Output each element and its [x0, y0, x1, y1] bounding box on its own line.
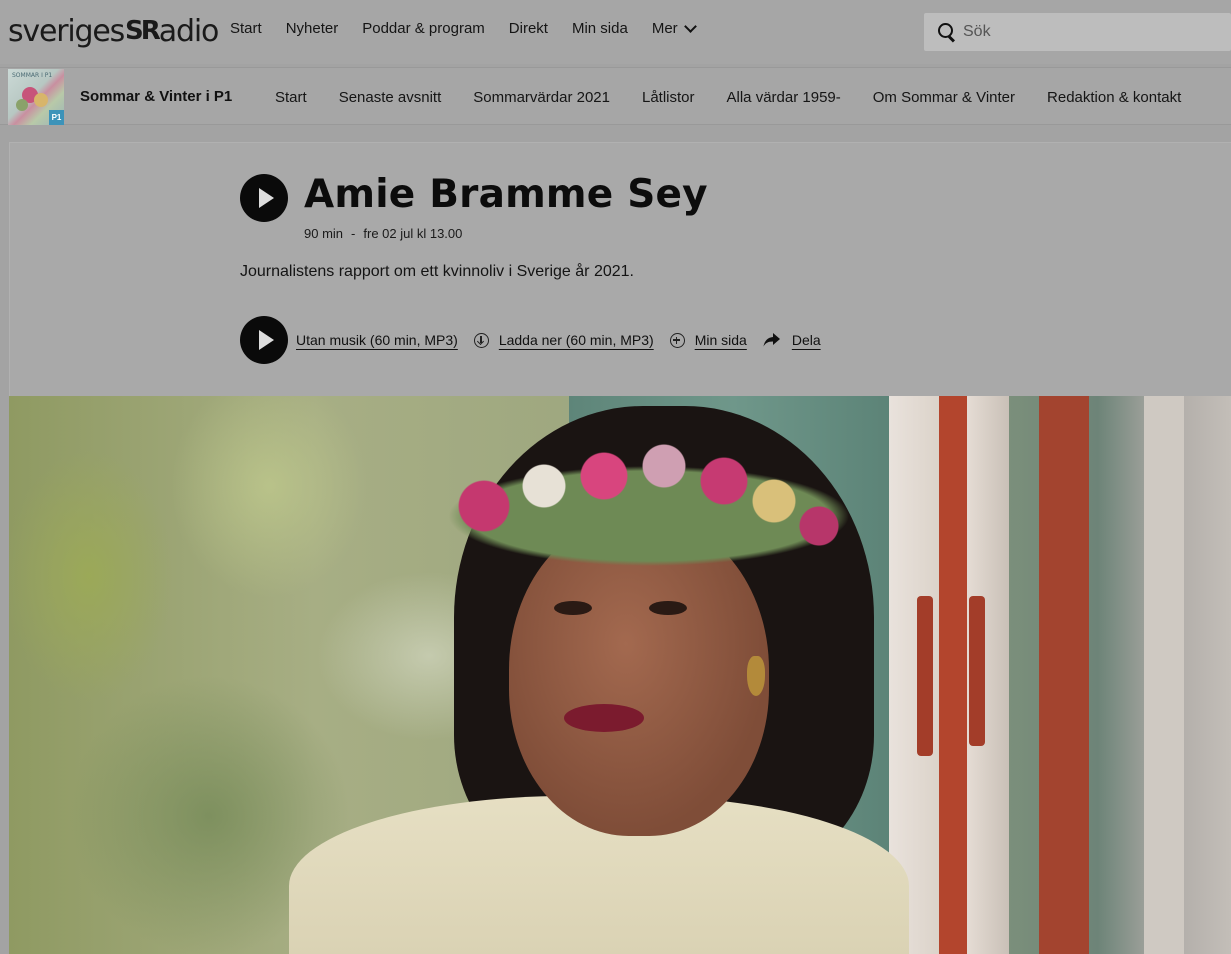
program-nav-all-hosts[interactable]: Alla värdar 1959- [727, 89, 841, 106]
program-nav-playlists[interactable]: Låtlistor [642, 89, 695, 106]
main-nav: Start Nyheter Poddar & program Direkt Mi… [230, 19, 719, 37]
program-nav-latest[interactable]: Senaste avsnitt [339, 89, 442, 106]
share-link[interactable]: Dela [763, 332, 821, 348]
nav-min-sida[interactable]: Min sida [572, 20, 628, 37]
download-icon [473, 332, 489, 348]
episode-title: Amie Bramme Sey [304, 172, 708, 217]
share-icon [763, 333, 780, 347]
nav-direkt[interactable]: Direkt [509, 20, 548, 37]
nav-mer-label: Mer [651, 20, 678, 37]
without-music-link[interactable]: Utan musik (60 min, MP3) [296, 332, 458, 348]
play-episode-button[interactable] [240, 174, 288, 222]
thumbnail-flower [16, 99, 28, 111]
episode-photo [9, 396, 1231, 954]
without-music-label: Utan musik (60 min, MP3) [296, 332, 458, 348]
download-label: Ladda ner (60 min, MP3) [498, 332, 654, 348]
search-icon[interactable] [938, 23, 956, 41]
episode-description: Journalistens rapport om ett kvinnoliv i… [240, 263, 634, 280]
photo-reflection-frame [1144, 396, 1184, 954]
photo-window-frame [939, 396, 967, 954]
sveriges-radio-logo[interactable]: sveriges SR adio [8, 14, 219, 49]
program-nav-hosts-2021[interactable]: Sommarvärdar 2021 [473, 89, 610, 106]
photo-flower-crown [444, 436, 854, 566]
thumbnail-label: SOMMAR I P1 [12, 72, 53, 79]
program-nav-contact[interactable]: Redaktion & kontakt [1047, 89, 1181, 106]
meta-separator: - [351, 226, 356, 241]
thumbnail-flower [34, 93, 48, 107]
chevron-down-icon [683, 19, 697, 33]
program-thumbnail[interactable]: SOMMAR I P1 P1 [8, 69, 64, 125]
photo-earring [747, 656, 765, 696]
program-title[interactable]: Sommar & Vinter i P1 [80, 88, 232, 105]
search-box [924, 13, 1231, 51]
nav-poddar-program[interactable]: Poddar & program [362, 20, 485, 37]
nav-nyheter[interactable]: Nyheter [286, 20, 339, 37]
nav-start[interactable]: Start [230, 20, 262, 37]
plus-icon [669, 332, 685, 348]
program-nav-about[interactable]: Om Sommar & Vinter [873, 89, 1015, 106]
episode-actions: Utan musik (60 min, MP3) Ladda ner (60 m… [240, 316, 837, 364]
photo-lips [564, 704, 644, 732]
search-input[interactable] [963, 23, 1213, 41]
episode-date: fre 02 jul kl 13.00 [363, 226, 463, 241]
share-label: Dela [791, 332, 821, 348]
play-without-music-button[interactable] [240, 316, 288, 364]
photo-eye [649, 601, 687, 615]
program-nav-start[interactable]: Start [275, 89, 307, 106]
program-bar: SOMMAR I P1 P1 Sommar & Vinter i P1 Star… [0, 67, 1231, 125]
nav-mer-dropdown[interactable]: Mer [651, 19, 697, 37]
my-page-label: Min sida [694, 332, 747, 348]
photo-hinge [917, 596, 933, 756]
top-bar: sveriges SR adio Start Nyheter Poddar & pr… [0, 0, 1231, 64]
program-nav: Start Senaste avsnitt Sommarvärdar 2021 … [275, 89, 1213, 106]
photo-reflection-frame [1039, 396, 1089, 954]
photo-hinge [969, 596, 985, 746]
add-to-my-page-link[interactable]: Min sida [669, 332, 747, 348]
photo-eye [554, 601, 592, 615]
episode-meta: 90 min - fre 02 jul kl 13.00 [304, 226, 462, 241]
p1-badge: P1 [49, 110, 64, 125]
episode-duration: 90 min [304, 226, 344, 241]
download-link[interactable]: Ladda ner (60 min, MP3) [473, 332, 654, 348]
